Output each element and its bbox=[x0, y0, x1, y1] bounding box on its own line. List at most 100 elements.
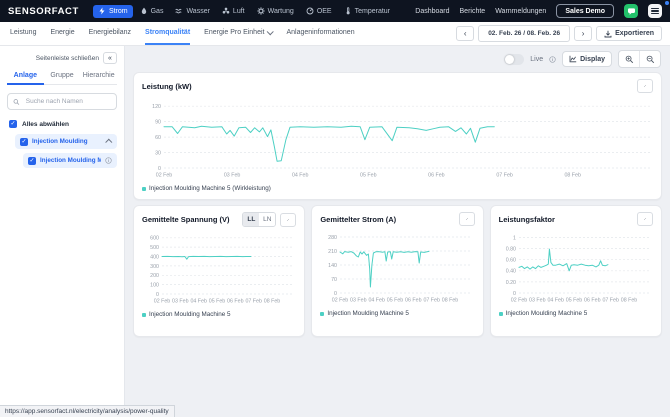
date-prev-button[interactable]: ‹ bbox=[456, 26, 475, 41]
power-factor-line-chart[interactable]: 0 0.20 0.40 0.60 0.80 1 02 Feb 03 Feb 04 Feb 05 F… bbox=[499, 228, 653, 309]
nav-link-dashboard[interactable]: Dashboard bbox=[415, 8, 449, 15]
chat-bubble-icon bbox=[627, 7, 635, 15]
tab-anlageninformationen[interactable]: Anlageninformationen bbox=[286, 22, 354, 45]
nav-item-temperatur[interactable]: Temperatur bbox=[339, 5, 395, 18]
date-next-button[interactable]: › bbox=[574, 26, 593, 41]
fan-icon bbox=[222, 7, 230, 14]
svg-text:05 Feb: 05 Feb bbox=[387, 298, 404, 304]
svg-text:06 Feb: 06 Feb bbox=[584, 298, 601, 304]
tab-leistung[interactable]: Leistung bbox=[10, 22, 36, 45]
nav-item-gas[interactable]: Gas bbox=[135, 5, 169, 18]
svg-text:07 Feb: 07 Feb bbox=[245, 299, 262, 305]
collapse-sidebar-button[interactable]: « bbox=[103, 52, 117, 64]
collapse-icon: « bbox=[108, 54, 112, 62]
date-range-picker[interactable]: 02. Feb. 26 / 08. Feb. 26 bbox=[478, 25, 571, 42]
svg-text:04 Feb: 04 Feb bbox=[547, 298, 564, 304]
svg-text:500: 500 bbox=[150, 245, 159, 251]
svg-text:0.20: 0.20 bbox=[505, 280, 515, 286]
live-info-icon[interactable] bbox=[549, 55, 556, 63]
navbar-right: Dashboard Berichte Warnmeldungen Sales D… bbox=[415, 4, 662, 18]
power-line-chart[interactable]: 0 30 60 90 120 02 Feb 03 Feb 04 Feb 05 Feb 06 Feb… bbox=[142, 95, 653, 184]
section-tabs-bar: Leistung Energie Energiebilanz Stromqual… bbox=[0, 22, 670, 46]
svg-text:08 Feb: 08 Feb bbox=[564, 173, 581, 179]
svg-text:04 Feb: 04 Feb bbox=[292, 173, 309, 179]
chart-title: Leistung (kW) bbox=[142, 81, 192, 91]
expand-chart-button[interactable] bbox=[637, 79, 653, 93]
nav-item-wasser[interactable]: Wasser bbox=[170, 5, 214, 18]
svg-text:70: 70 bbox=[331, 277, 337, 283]
svg-text:60: 60 bbox=[155, 135, 161, 141]
current-line-chart[interactable]: 0 70 140 210 280 02 Feb 03 Feb 04 Feb 05 Feb 06 F… bbox=[320, 228, 474, 309]
svg-text:280: 280 bbox=[328, 235, 337, 241]
chart-title: Gemittelter Strom (A) bbox=[320, 214, 397, 224]
svg-text:07 Feb: 07 Feb bbox=[496, 173, 513, 179]
search-input[interactable] bbox=[23, 97, 111, 106]
svg-text:02 Feb: 02 Feb bbox=[154, 299, 171, 305]
nav-item-strom[interactable]: Strom bbox=[92, 4, 133, 18]
zoom-out-icon bbox=[646, 55, 654, 63]
flame-icon bbox=[141, 7, 146, 14]
svg-text:06 Feb: 06 Feb bbox=[428, 173, 445, 179]
expand-chart-button[interactable] bbox=[280, 212, 297, 227]
nav-item-label: Luft bbox=[232, 7, 245, 15]
display-button[interactable]: Display bbox=[562, 51, 612, 67]
nav-item-label: Wartung bbox=[267, 7, 294, 15]
legend-label: Injection Moulding Machine 5 (Wirkleistu… bbox=[149, 185, 271, 192]
legend-label: Injection Moulding Machine 5 bbox=[505, 310, 588, 317]
group-label: Injection Moulding bbox=[32, 138, 88, 145]
lightning-icon bbox=[99, 7, 105, 15]
zoom-in-button[interactable] bbox=[619, 51, 639, 67]
voltage-chart-card: Gemittelte Spannung (V) LL LN 0 100 200 300… bbox=[133, 205, 306, 337]
nav-link-berichte[interactable]: Berichte bbox=[460, 8, 486, 15]
tab-energie-pro-einheit[interactable]: Energie Pro Einheit bbox=[204, 22, 275, 45]
tab-stromqualitaet[interactable]: Stromqualität bbox=[145, 22, 191, 45]
svg-text:0.60: 0.60 bbox=[505, 258, 515, 264]
live-toggle[interactable] bbox=[504, 53, 525, 65]
zoom-out-button[interactable] bbox=[639, 51, 660, 67]
svg-text:04 Feb: 04 Feb bbox=[369, 298, 386, 304]
tree-item-injection-moulding[interactable]: ✓ Injection Moulding bbox=[15, 134, 117, 149]
svg-text:90: 90 bbox=[155, 120, 161, 126]
legend-dot bbox=[320, 311, 325, 316]
svg-text:02 Feb: 02 Feb bbox=[510, 298, 527, 304]
tab-energie[interactable]: Energie bbox=[50, 22, 74, 45]
sidebar-tab-anlage[interactable]: Anlage bbox=[7, 72, 44, 85]
sales-demo-button[interactable]: Sales Demo bbox=[556, 4, 614, 18]
nav-link-warnmeldungen[interactable]: Warnmeldungen bbox=[495, 8, 546, 15]
thermometer-icon bbox=[346, 7, 350, 15]
svg-text:03 Feb: 03 Feb bbox=[172, 299, 189, 305]
toggle-ln-button[interactable]: LN bbox=[259, 213, 276, 226]
svg-text:07 Feb: 07 Feb bbox=[424, 298, 441, 304]
notification-dot bbox=[665, 1, 669, 5]
tree-item-injection-moulding-machine-5[interactable]: ✓ Injection Moulding Machine 5 bbox=[23, 153, 117, 168]
nav-item-label: OEE bbox=[316, 7, 332, 15]
nav-item-luft[interactable]: Luft bbox=[217, 5, 250, 18]
tab-energiebilanz[interactable]: Energiebilanz bbox=[89, 22, 131, 45]
info-icon[interactable] bbox=[105, 157, 112, 164]
toggle-ll-button[interactable]: LL bbox=[243, 213, 260, 226]
voltage-line-chart[interactable]: 0 100 200 300 400 500 600 02 Feb 03 Feb 04 Feb 05 … bbox=[142, 229, 296, 310]
svg-text:03 Feb: 03 Feb bbox=[350, 298, 367, 304]
card-header: Leistung (kW) bbox=[142, 79, 653, 93]
svg-text:06 Feb: 06 Feb bbox=[405, 298, 422, 304]
menu-button[interactable] bbox=[648, 4, 662, 18]
deselect-all-row: ✓ Alles abwählen bbox=[7, 120, 117, 128]
machine-label: Injection Moulding Machine 5 bbox=[40, 157, 101, 164]
deselect-all-checkbox[interactable]: ✓ bbox=[9, 120, 17, 128]
svg-text:140: 140 bbox=[328, 263, 337, 269]
sidebar-tab-gruppe[interactable]: Gruppe bbox=[44, 72, 81, 85]
expand-chart-button[interactable] bbox=[458, 212, 475, 226]
chevron-up-icon[interactable] bbox=[105, 138, 113, 146]
support-chat-button[interactable] bbox=[624, 4, 638, 18]
expand-chart-button[interactable] bbox=[636, 212, 653, 226]
export-button[interactable]: Exportieren bbox=[596, 26, 662, 41]
group-checkbox[interactable]: ✓ bbox=[20, 137, 28, 146]
nav-item-oee[interactable]: OEE bbox=[301, 5, 337, 18]
nav-item-wartung[interactable]: Wartung bbox=[252, 5, 299, 18]
sidebar-tab-hierarchie[interactable]: Hierarchie bbox=[80, 72, 117, 85]
machine-checkbox[interactable]: ✓ bbox=[28, 156, 36, 165]
expand-icon bbox=[644, 85, 646, 87]
card-header: Leistungsfaktor bbox=[499, 212, 653, 226]
gear-icon bbox=[257, 7, 265, 15]
svg-text:200: 200 bbox=[150, 273, 159, 279]
